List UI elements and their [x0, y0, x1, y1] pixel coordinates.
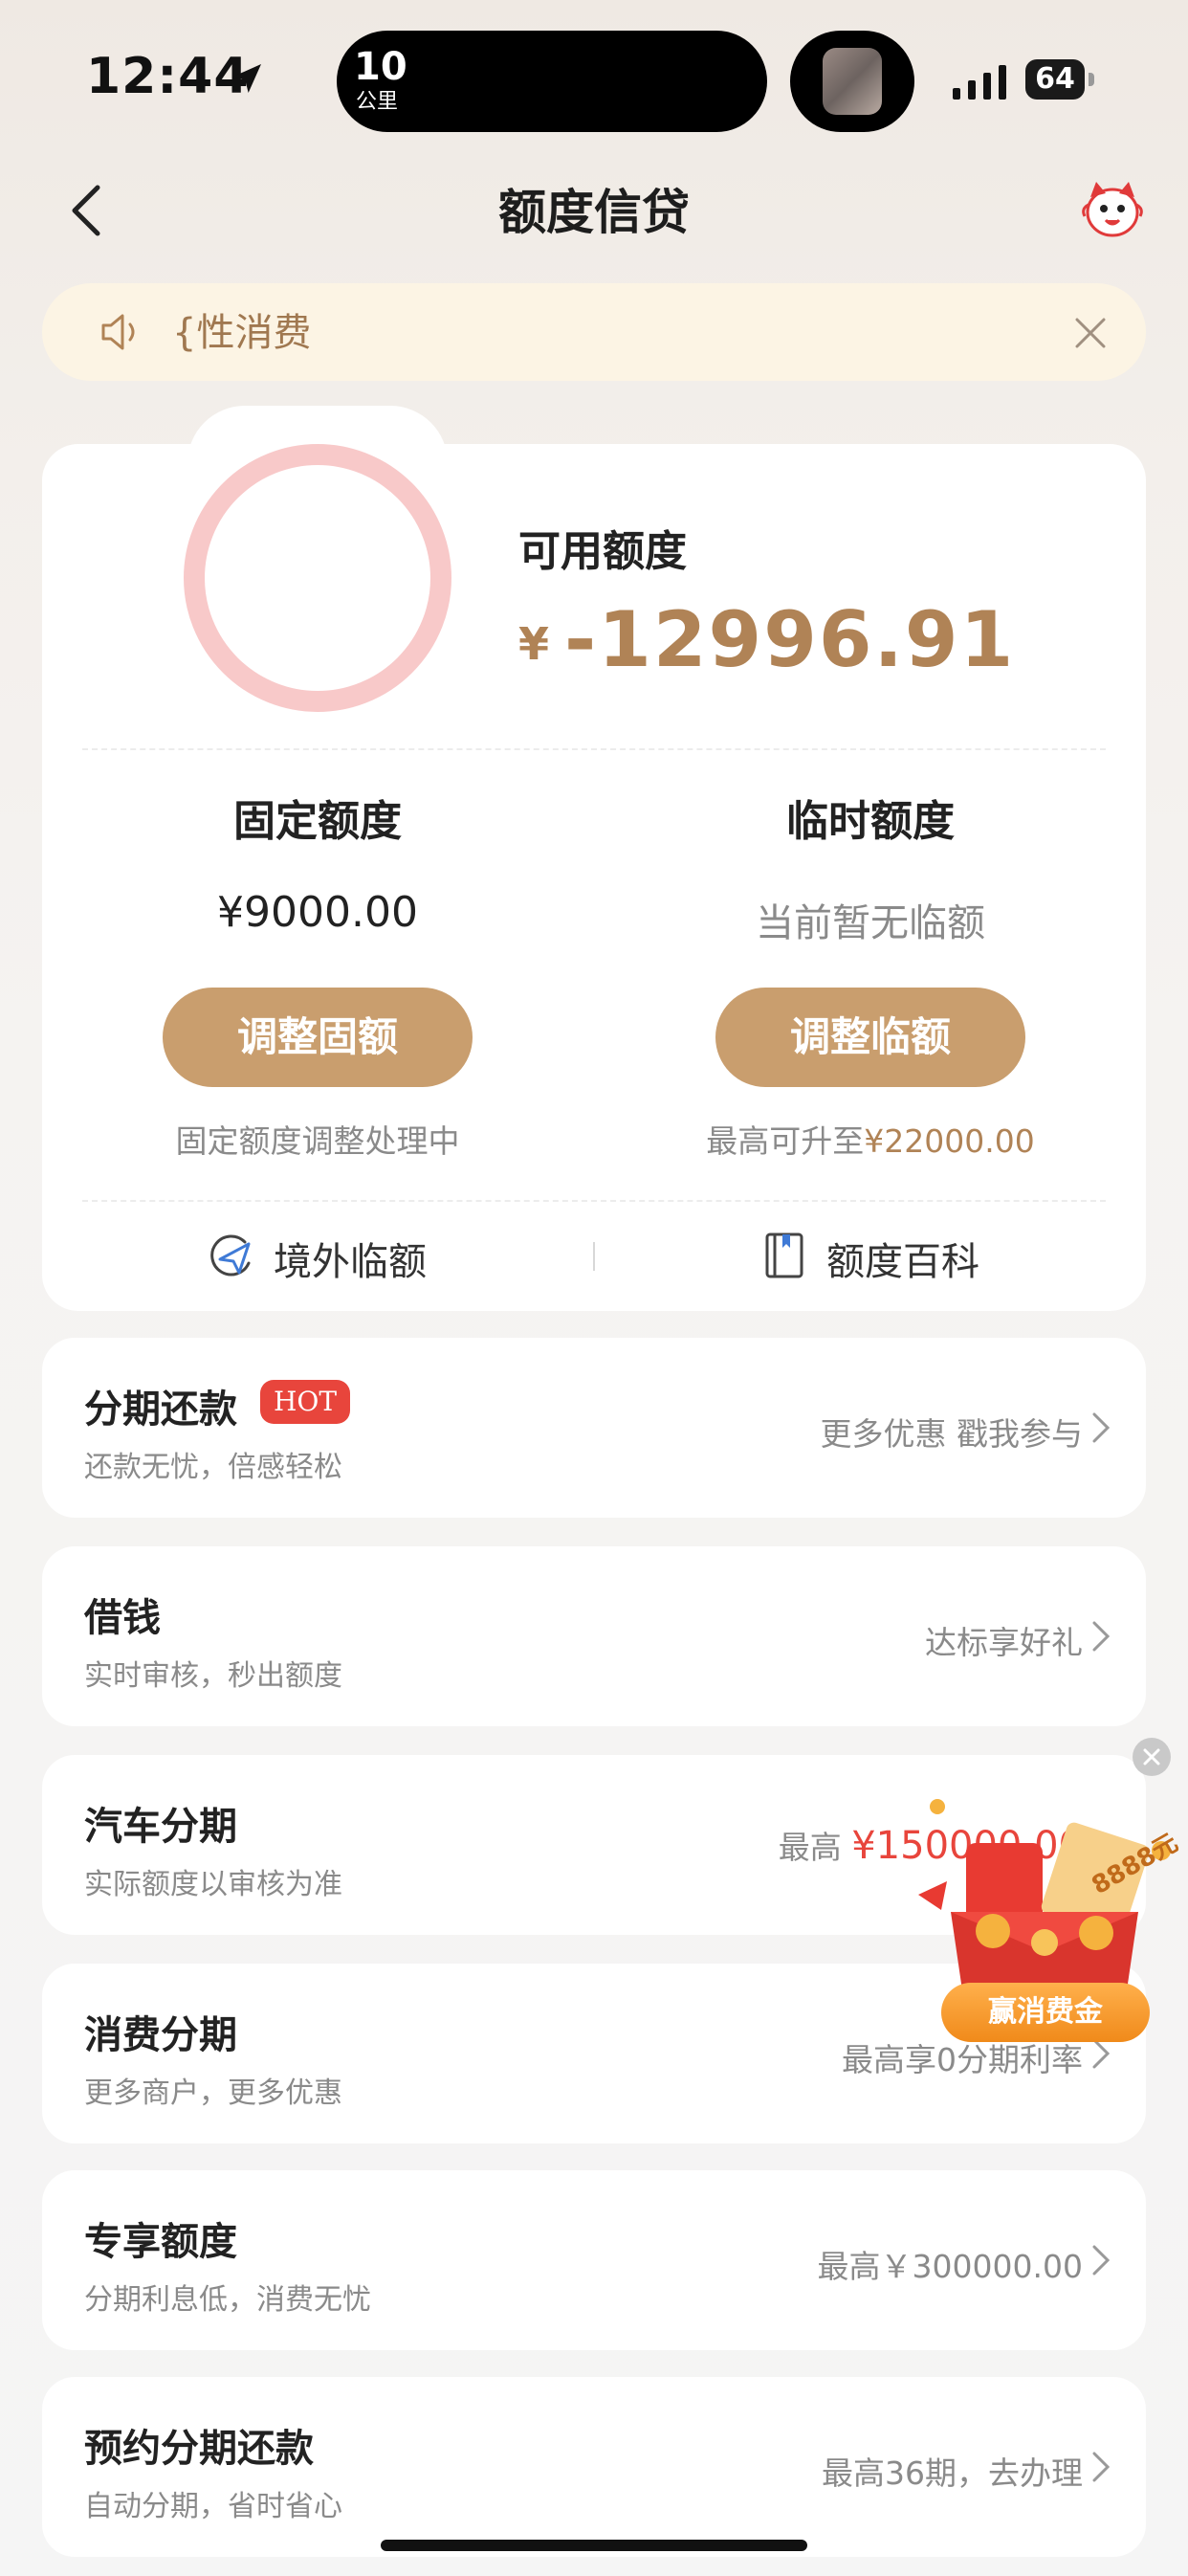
right-prefix: 最高 [778, 1829, 842, 1866]
battery-tip [1089, 73, 1094, 86]
adjust-temp-button[interactable]: 调整临额 [715, 988, 1025, 1087]
list-item-subtitle: 更多商户，更多优惠 [84, 2076, 342, 2110]
list-item-subtitle: 还款无忧，倍感轻松 [84, 1451, 342, 1484]
list-item-right-text: 达标享好礼 [925, 1624, 1083, 1661]
fixed-credit-note: 固定额度调整处理中 [175, 1122, 460, 1160]
overseas-plane-icon[interactable] [207, 1231, 256, 1280]
chevron-right-icon [1092, 2452, 1111, 2482]
fixed-credit-value: ¥9000.00 [217, 888, 418, 937]
available-credit-label: 可用额度 [518, 527, 687, 576]
list-item-subtitle: 自动分期，省时省心 [84, 2490, 342, 2523]
promo-close-button[interactable] [1133, 1738, 1171, 1776]
speaker-icon [101, 314, 135, 350]
currency-symbol: ¥ [518, 618, 550, 670]
list-item-right-text: 更多优惠 戳我参与 [820, 1415, 1084, 1453]
available-credit-amount: -12996.91 [564, 595, 1016, 684]
chevron-right-icon [1092, 1621, 1111, 1652]
media-thumbnail [823, 48, 882, 115]
temp-note-amount: ¥22000.00 [864, 1122, 1035, 1160]
adjust-fixed-button[interactable]: 调整固额 [163, 988, 473, 1087]
list-item-right-text: 最高36期，去办理 [822, 2454, 1083, 2492]
cellular-signal-icon [953, 65, 1006, 100]
list-item-title: 专享额度 [84, 2220, 237, 2264]
list-item-right-text: 最高￥300000.00 [817, 2248, 1083, 2285]
credit-encyclopedia-link[interactable]: 额度百科 [826, 1231, 979, 1286]
list-item-title: 借钱 [84, 1596, 161, 1640]
temp-credit-value: 当前暂无临额 [756, 901, 985, 945]
hot-badge: HOT [260, 1380, 351, 1424]
temp-note-prefix: 最高可升至 [706, 1122, 865, 1160]
overseas-credit-link[interactable]: 境外临额 [274, 1231, 427, 1286]
list-item-subtitle: 实际额度以审核为准 [84, 1868, 342, 1901]
location-arrow-icon [232, 64, 261, 93]
island-distance-unit: 公里 [356, 90, 399, 114]
credit-usage-ring [184, 444, 451, 712]
win-consumer-gold-button[interactable]: 赢消费金 [941, 1983, 1150, 2042]
close-icon[interactable] [1071, 314, 1110, 352]
divider [82, 748, 1106, 750]
fixed-credit-title: 固定额度 [233, 797, 402, 846]
temp-credit-title: 临时额度 [786, 797, 955, 846]
page-title: 额度信贷 [498, 185, 690, 240]
mascot-service-icon[interactable] [1079, 178, 1146, 239]
island-distance-value: 10 [354, 45, 407, 89]
battery-indicator: 64 [1025, 59, 1085, 100]
chevron-right-icon [1092, 1412, 1111, 1443]
close-icon [1143, 1748, 1160, 1765]
list-item-title: 汽车分期 [84, 1805, 237, 1849]
list-item-subtitle: 实时审核，秒出额度 [84, 1659, 342, 1693]
list-item-title: 预约分期还款 [84, 2427, 314, 2471]
divider [82, 1200, 1106, 1202]
notice-text: {性消费 [172, 311, 312, 355]
home-indicator[interactable] [381, 2540, 807, 2551]
link-separator [593, 1242, 595, 1271]
list-item-title: 消费分期 [84, 2013, 237, 2057]
status-time: 12:44 [86, 48, 250, 105]
book-icon[interactable] [759, 1231, 809, 1280]
list-item-title: 分期还款 [84, 1388, 237, 1432]
list-item-subtitle: 分期利息低，消费无忧 [84, 2283, 371, 2317]
temp-credit-note: 最高可升至¥22000.00 [622, 1116, 1119, 1162]
chevron-right-icon [1092, 2245, 1111, 2276]
